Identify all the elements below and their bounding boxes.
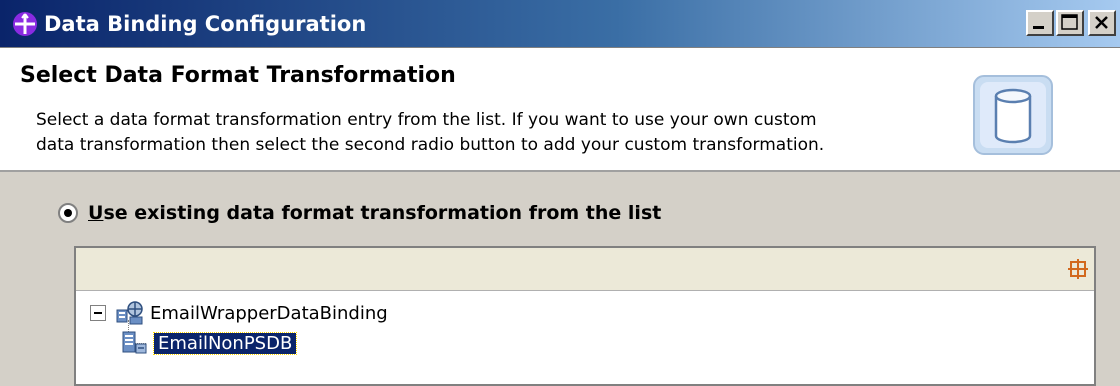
page-description: Select a data format transformation entr… xyxy=(36,110,825,155)
tree-node-label: EmailWrapperDataBinding xyxy=(150,302,388,324)
tree-node-root[interactable]: EmailWrapperDataBinding xyxy=(90,298,388,328)
mnemonic-letter: U xyxy=(88,202,104,224)
radio-selected-dot xyxy=(64,209,72,217)
tree-node-child[interactable]: EmailNonPSDB xyxy=(120,328,298,358)
close-button[interactable] xyxy=(1088,10,1116,36)
data-handler-icon xyxy=(122,331,147,354)
use-existing-label[interactable]: Use existing data format transformation … xyxy=(88,202,661,224)
maximize-icon xyxy=(1061,14,1078,30)
database-cylinder-icon xyxy=(973,75,1053,155)
minimize-icon xyxy=(1033,26,1044,29)
use-existing-option[interactable]: Use existing data format transformation … xyxy=(58,196,958,230)
use-existing-radio[interactable] xyxy=(58,203,78,223)
label-text: se existing data format transformation f… xyxy=(103,202,662,224)
maximize-button[interactable] xyxy=(1056,10,1084,36)
page-title: Select Data Format Transformation xyxy=(20,63,456,88)
minimize-button[interactable] xyxy=(1026,10,1054,36)
list-toolbar xyxy=(76,248,1094,291)
data-binding-icon xyxy=(116,301,143,325)
app-icon xyxy=(13,12,37,36)
collapse-all-icon[interactable] xyxy=(1068,259,1088,279)
transformation-list-panel[interactable]: EmailWrapperDataBinding EmailNonPSDB xyxy=(74,246,1096,386)
window-title: Data Binding Configuration xyxy=(44,12,367,36)
close-icon xyxy=(1095,16,1108,29)
window-titlebar[interactable]: Data Binding Configuration xyxy=(0,0,1120,48)
wizard-header: Select Data Format Transformation Select… xyxy=(0,48,1120,172)
tree-node-label: EmailNonPSDB xyxy=(152,331,298,355)
collapse-toggle-icon[interactable] xyxy=(90,305,106,321)
